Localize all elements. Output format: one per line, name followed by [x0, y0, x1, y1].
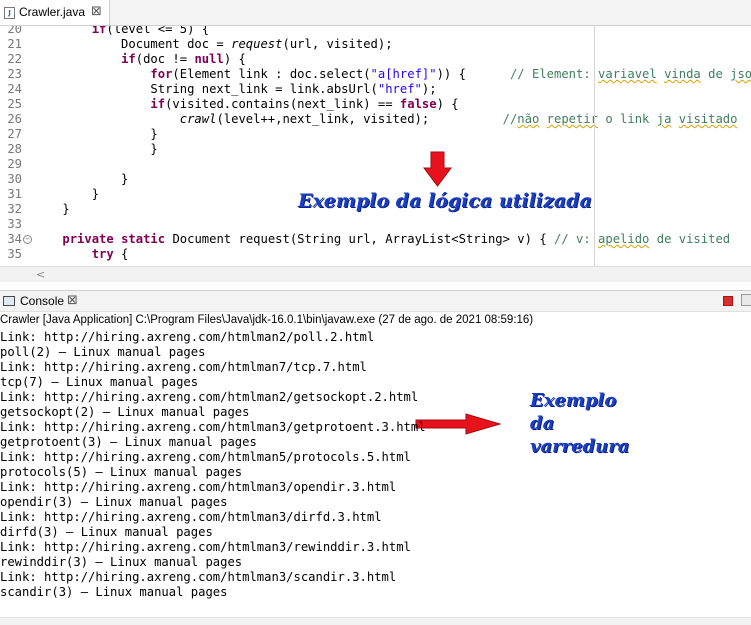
annotation-logic-example: Exemplo da lógica utilizada: [298, 190, 592, 212]
console-output-line: Link: http://hiring.axreng.com/htmlman3/…: [0, 480, 397, 494]
console-output-line: opendir(3) — Linux manual pages: [0, 495, 228, 509]
console-process-description: Crawler [Java Application] C:\Program Fi…: [0, 314, 534, 326]
scroll-left-icon[interactable]: <: [36, 268, 45, 281]
console-output-line: Link: http://hiring.axreng.com/htmlman5/…: [0, 450, 411, 464]
terminate-icon[interactable]: [723, 296, 733, 306]
console-output-line: Link: http://hiring.axreng.com/htmlman2/…: [0, 390, 419, 404]
console-output-line: Link: http://hiring.axreng.com/htmlman3/…: [0, 510, 382, 524]
console-tab-bar: Console ⊠: [0, 290, 751, 312]
remove-launch-icon[interactable]: [741, 294, 751, 306]
console-output-line: Link: http://hiring.axreng.com/htmlman3/…: [0, 570, 397, 584]
console-output[interactable]: Link: http://hiring.axreng.com/htmlman2/…: [0, 330, 751, 600]
console-output-line: Link: http://hiring.axreng.com/htmlman3/…: [0, 540, 411, 554]
close-icon[interactable]: ⊠: [67, 293, 78, 308]
console-output-line: getsockopt(2) — Linux manual pages: [0, 405, 250, 419]
console-output-line: poll(2) — Linux manual pages: [0, 345, 206, 359]
console-output-line: rewinddir(3) — Linux manual pages: [0, 555, 243, 569]
editor-horizontal-scrollbar[interactable]: <: [0, 266, 751, 282]
console-icon: [3, 296, 15, 306]
annotation-scan-example: Exemplo da varredura: [530, 390, 630, 457]
console-horizontal-scrollbar[interactable]: [0, 617, 751, 625]
console-output-line: Link: http://hiring.axreng.com/htmlman3/…: [0, 420, 426, 434]
console-output-line: getprotoent(3) — Linux manual pages: [0, 435, 257, 449]
down-arrow: [423, 151, 452, 187]
console-output-line: scandir(3) — Linux manual pages: [0, 585, 228, 599]
console-output-line: tcp(7) — Linux manual pages: [0, 375, 199, 389]
console-output-line: dirfd(3) — Linux manual pages: [0, 525, 213, 539]
console-tab-label[interactable]: Console: [20, 294, 64, 308]
console-output-line: Link: http://hiring.axreng.com/htmlman7/…: [0, 360, 367, 374]
console-output-line: protocols(5) — Linux manual pages: [0, 465, 243, 479]
console-output-line: Link: http://hiring.axreng.com/htmlman2/…: [0, 330, 375, 344]
